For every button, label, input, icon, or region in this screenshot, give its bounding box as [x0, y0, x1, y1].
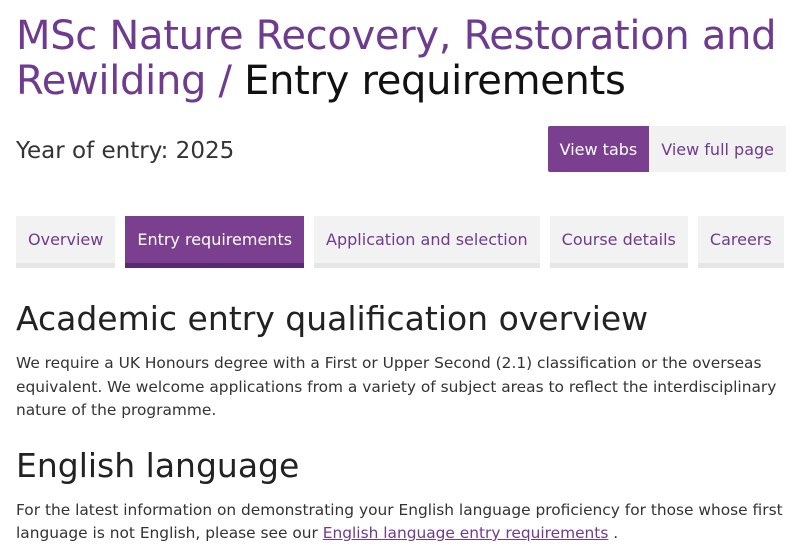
tab-course-details[interactable]: Course details: [549, 216, 688, 268]
tab-entry-requirements[interactable]: Entry requirements: [125, 216, 305, 268]
academic-body: We require a UK Honours degree with a Fi…: [16, 354, 777, 419]
view-toggle: View tabs View full page: [547, 126, 786, 172]
page-content: MSc Nature Recovery, Restoration and Rew…: [16, 0, 786, 546]
year-of-entry: Year of entry: 2025: [16, 138, 235, 164]
academic-heading: Academic entry qualification overview: [16, 299, 649, 338]
section-title: Entry requirements: [244, 58, 626, 104]
english-language-body: For the latest information on demonstrat…: [16, 499, 786, 546]
section-tabs: Overview Entry requirements Application …: [16, 216, 786, 268]
view-tabs-button[interactable]: View tabs: [547, 126, 650, 172]
tab-careers[interactable]: Careers: [697, 216, 784, 268]
year-row: Year of entry: 2025 View tabs View full …: [16, 126, 786, 176]
tab-application-and-selection[interactable]: Application and selection: [314, 216, 540, 268]
english-body-suffix: .: [613, 524, 619, 542]
title-separator: /: [218, 58, 232, 104]
page-title: MSc Nature Recovery, Restoration and Rew…: [16, 14, 786, 104]
english-language-heading: English language: [16, 445, 300, 485]
tab-overview[interactable]: Overview: [16, 216, 116, 268]
english-language-requirements-link[interactable]: English language entry requirements: [323, 524, 609, 542]
view-full-page-button[interactable]: View full page: [649, 126, 786, 172]
